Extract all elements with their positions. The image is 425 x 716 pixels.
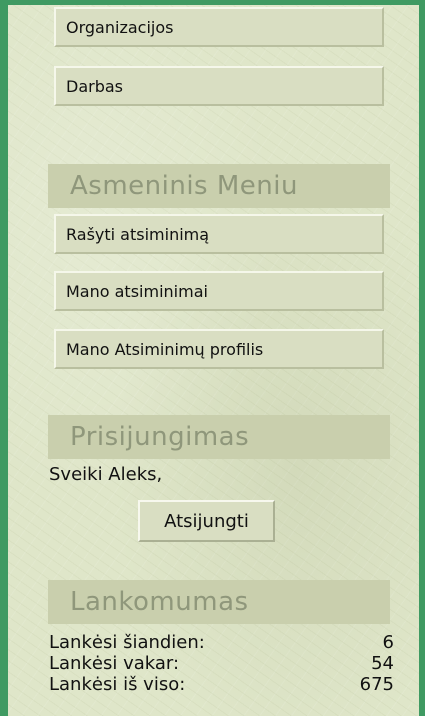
greeting-text: Sveiki Aleks, [49,464,163,485]
menu-item-label: Rašyti atsiminimą [66,224,210,244]
menu-item-write-memory[interactable]: Rašyti atsiminimą [54,214,384,254]
personal-menu-heading: Asmeninis Meniu [48,164,390,208]
stat-label: Lankėsi vakar: [49,653,180,674]
attendance-stats: Lankėsi šiandien: 6 Lankėsi vakar: 54 La… [49,632,394,695]
sidebar-frame: Organizacijos Darbas Asmeninis Meniu Raš… [0,0,425,716]
logout-button[interactable]: Atsijungti [138,500,275,542]
menu-item-label: Mano atsiminimai [66,281,208,301]
menu-item-label: Organizacijos [66,17,174,37]
stat-row-total: Lankėsi iš viso: 675 [49,674,394,695]
menu-item-organizacijos[interactable]: Organizacijos [54,7,384,47]
menu-item-memory-profile[interactable]: Mano Atsiminimų profilis [54,329,384,369]
menu-item-label: Darbas [66,76,123,96]
menu-item-my-memories[interactable]: Mano atsiminimai [54,271,384,311]
menu-item-label: Mano Atsiminimų profilis [66,339,264,359]
stat-label: Lankėsi šiandien: [49,632,205,653]
stat-row-today: Lankėsi šiandien: 6 [49,632,394,653]
stat-value: 54 [371,653,394,674]
attendance-heading: Lankomumas [48,580,390,624]
stat-row-yesterday: Lankėsi vakar: 54 [49,653,394,674]
sidebar-panel: Organizacijos Darbas Asmeninis Meniu Raš… [8,5,419,716]
menu-item-darbas[interactable]: Darbas [54,66,384,106]
login-heading: Prisijungimas [48,415,390,459]
logout-button-label: Atsijungti [164,510,249,532]
stat-value: 675 [359,674,394,695]
stat-value: 6 [382,632,394,653]
stat-label: Lankėsi iš viso: [49,674,186,695]
